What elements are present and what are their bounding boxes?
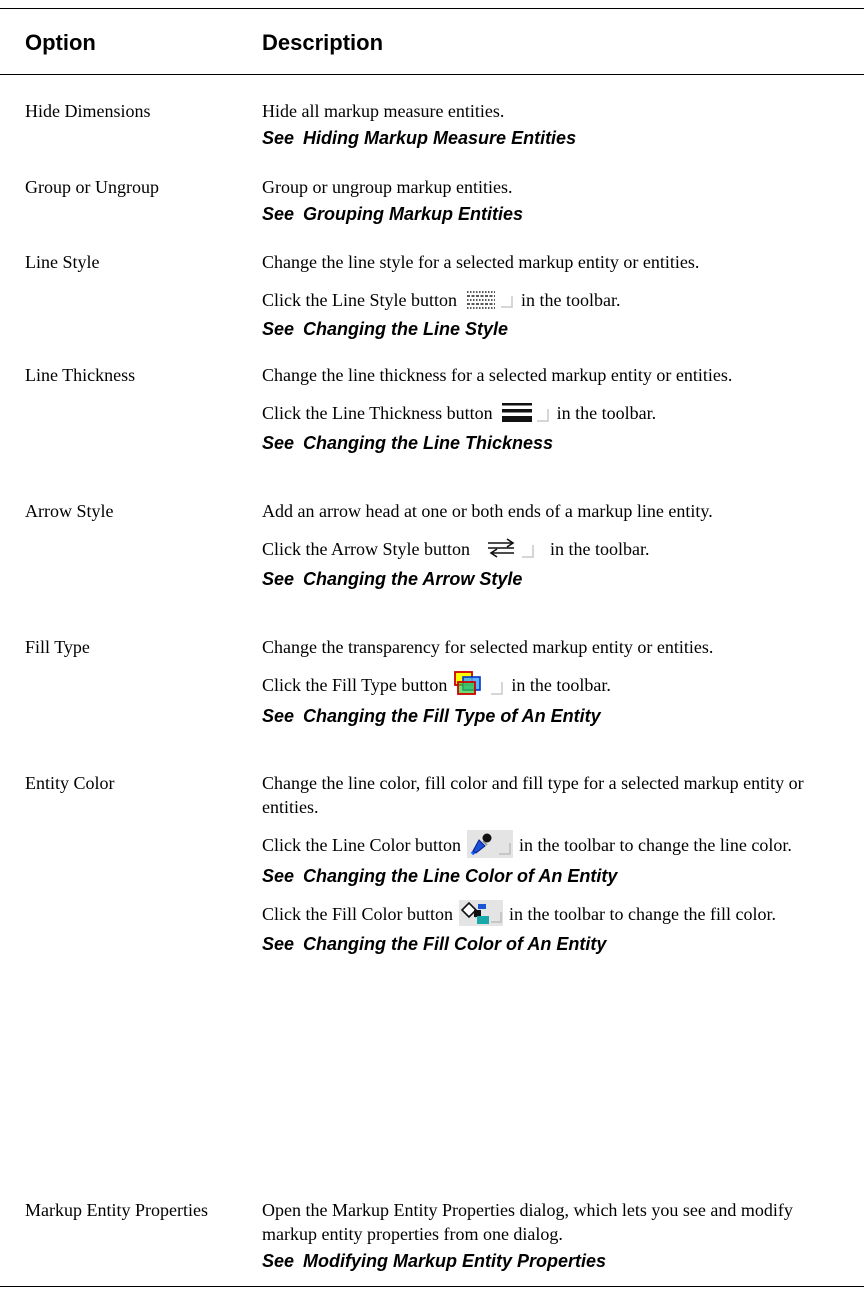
- line-style-icon: [463, 287, 515, 311]
- description-text: Group or ungroup markup entities.: [262, 177, 513, 197]
- click-instruction: Click the Arrow Style button in the tool…: [262, 535, 852, 564]
- line-thickness-icon: [499, 399, 551, 425]
- description-cell: Change the line thickness for a selected…: [262, 363, 852, 455]
- see-label: See: [262, 933, 295, 954]
- description-cell: Change the transparency for selected mar…: [262, 635, 852, 728]
- description-cell: Group or ungroup markup entities. See Gro…: [262, 175, 852, 226]
- see-link-text: Modifying Markup Entity Properties: [303, 1251, 607, 1271]
- option-cell: Arrow Style: [25, 501, 114, 521]
- click-text-before: Click the Line Style button: [262, 290, 457, 310]
- option-cell: Hide Dimensions: [25, 101, 151, 121]
- see-link-changing-line-color[interactable]: See Changing the Line Color of An Entity: [262, 864, 852, 888]
- see-link-changing-line-thickness[interactable]: See Changing the Line Thickness: [262, 431, 852, 455]
- line-color-icon: [466, 830, 513, 858]
- description-cell: Add an arrow head at one or both ends of…: [262, 499, 852, 591]
- click-text-before: Click the Line Color button: [262, 835, 461, 856]
- see-label: See: [262, 128, 295, 148]
- click-text-before: Click the Fill Color button: [262, 904, 454, 924]
- document-page: Option Description Hide Dimensions Hide …: [0, 0, 864, 1296]
- see-link-changing-line-style[interactable]: See Changing the Line Style: [262, 317, 852, 341]
- see-link-text: Changing the Line Thickness: [303, 432, 554, 453]
- description-text: Change the line thickness for a selected…: [262, 365, 733, 385]
- click-text-after: in the toolbar.: [511, 675, 611, 696]
- option-cell: Line Style: [25, 252, 100, 272]
- description-text: Change the line style for a selected mar…: [262, 252, 700, 272]
- description-text: Change the line color, fill color and fi…: [262, 773, 804, 817]
- description-text: Add an arrow head at one or both ends of…: [262, 501, 713, 521]
- see-link-text: Grouping Markup Entities: [303, 204, 524, 224]
- see-link-changing-fill-type[interactable]: See Changing the Fill Type of An Entity: [262, 704, 852, 728]
- header-option: Option: [25, 30, 96, 55]
- see-link-grouping-markup[interactable]: See Grouping Markup Entities: [262, 202, 852, 226]
- see-label: See: [262, 568, 295, 589]
- click-text-after: in the toolbar.: [520, 290, 621, 310]
- fill-type-icon: [453, 670, 505, 698]
- header-description: Description: [262, 30, 384, 55]
- table-header-rule: [0, 74, 864, 75]
- see-link-hiding-markup-measure[interactable]: See Hiding Markup Measure Entities: [262, 126, 852, 150]
- fill-color-icon: [459, 899, 504, 926]
- click-text-after: in the toolbar to change the line color.: [518, 835, 792, 856]
- see-link-changing-arrow-style[interactable]: See Changing the Arrow Style: [262, 567, 852, 591]
- description-cell: Change the line style for a selected mar…: [262, 250, 852, 341]
- click-instruction: Click the Line Color button in the toolb…: [262, 830, 852, 861]
- see-link-text: Changing the Line Color of An Entity: [303, 866, 618, 886]
- option-cell: Line Thickness: [25, 365, 136, 385]
- description-cell: Change the line color, fill color and fi…: [262, 771, 852, 956]
- option-cell: Group or Ungroup: [25, 177, 159, 197]
- click-text-before: Click the Line Thickness button: [262, 403, 493, 423]
- table-header: Option Description: [0, 8, 864, 74]
- see-link-text: Hiding Markup Measure Entities: [303, 128, 577, 148]
- click-text-before: Click the Fill Type button: [262, 675, 448, 696]
- click-text-after: in the toolbar to change the fill color.: [509, 904, 776, 924]
- see-label: See: [262, 706, 295, 726]
- see-label: See: [262, 432, 295, 453]
- see-link-changing-fill-color[interactable]: See Changing the Fill Color of An Entity: [262, 932, 852, 956]
- click-text-after: in the toolbar.: [556, 403, 657, 423]
- table-bottom-rule: [0, 1286, 864, 1287]
- option-cell: Markup Entity Properties: [25, 1200, 208, 1220]
- see-label: See: [262, 204, 295, 224]
- click-text-after: in the toolbar.: [549, 539, 650, 559]
- see-link-text: Changing the Arrow Style: [303, 568, 523, 589]
- see-link-text: Changing the Line Style: [303, 318, 509, 339]
- option-cell: Fill Type: [25, 637, 90, 657]
- see-link-text: Changing the Fill Type of An Entity: [303, 706, 601, 726]
- description-cell: Open the Markup Entity Properties dialog…: [262, 1198, 852, 1273]
- see-label: See: [262, 318, 295, 339]
- description-text: Hide all markup measure entities.: [262, 101, 505, 121]
- see-link-text: Changing the Fill Color of An Entity: [303, 933, 607, 954]
- option-cell: Entity Color: [25, 773, 115, 793]
- click-instruction: Click the Line Thickness button in the t…: [262, 399, 852, 428]
- description-cell: Hide all markup measure entities. See Hid…: [262, 99, 852, 150]
- see-label: See: [262, 1251, 295, 1271]
- description-text: Open the Markup Entity Properties dialog…: [262, 1200, 793, 1244]
- see-link-modifying-properties[interactable]: See Modifying Markup Entity Properties: [262, 1249, 852, 1273]
- arrow-style-icon: [484, 535, 536, 561]
- click-instruction: Click the Line Style button in the toolb…: [262, 287, 852, 314]
- click-instruction: Click the Fill Type button in the toolba…: [262, 670, 852, 701]
- description-text: Change the transparency for selected mar…: [262, 637, 714, 657]
- see-label: See: [262, 866, 295, 886]
- click-instruction-2: Click the Fill Color button in the toolb…: [262, 899, 852, 929]
- click-text-before: Click the Arrow Style button: [262, 539, 470, 559]
